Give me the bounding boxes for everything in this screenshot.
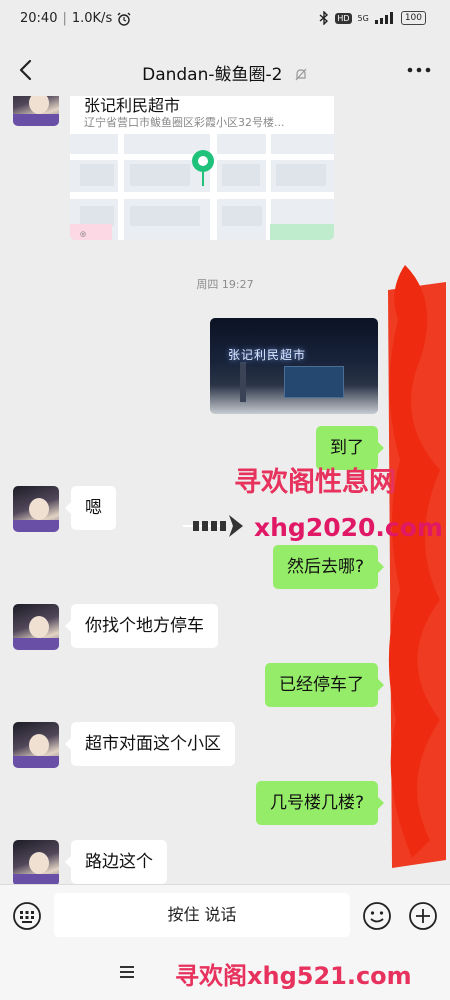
more-options-icon[interactable] (406, 60, 432, 80)
location-address: 辽宁省营口市鲅鱼圈区彩霞小区32号楼... (84, 116, 285, 129)
location-name: 张记利民超市 (84, 96, 181, 115)
message-bubble-received[interactable]: 路边这个 (65, 840, 167, 884)
signal-icon (374, 12, 393, 24)
message-bubble-sent[interactable]: 已经停车了 (265, 663, 384, 707)
keyboard-icon[interactable] (12, 901, 42, 931)
mute-bell-icon (295, 68, 307, 81)
plus-icon[interactable] (408, 901, 438, 931)
watermark-bottom: 寻欢阁xhg521.com (175, 962, 412, 990)
map-thumbnail: ◎ (70, 134, 334, 240)
contact-avatar[interactable] (13, 604, 59, 650)
battery-indicator: 100 (400, 11, 426, 25)
photo-sign-text: 张记利民超市 (228, 348, 307, 362)
status-time: 20:40 (20, 11, 58, 26)
emoji-icon[interactable] (362, 901, 392, 931)
contact-avatar[interactable] (13, 486, 59, 532)
hd-badge: HD (335, 12, 352, 24)
status-bar: 20:40 | 1.0K/s HD 5G 100 (0, 0, 450, 40)
chat-title-wrapper: Dandan-鲅鱼圈-2 (0, 60, 450, 85)
system-navigation-bar: 寻欢阁xhg521.com (0, 944, 450, 1000)
watermark-arrow-icon (183, 515, 243, 537)
chat-input-bar: 按住 说话 (0, 884, 450, 945)
location-message-card[interactable]: 张记利民超市 辽宁省营口市鲅鱼圈区彩霞小区32号楼... ◎ (70, 96, 334, 240)
network-label: 5G (357, 13, 369, 23)
map-provider-logo: ◎ (80, 230, 87, 238)
contact-avatar[interactable] (13, 96, 59, 126)
contact-avatar[interactable] (13, 840, 59, 884)
message-bubble-sent[interactable]: 然后去哪? (272, 545, 385, 589)
menu-icon[interactable] (117, 962, 137, 982)
photo-message[interactable]: 张记利民超市 (210, 318, 378, 414)
watermark-url: xhg2020.com (254, 513, 443, 542)
chat-title: Dandan-鲅鱼圈-2 (142, 65, 283, 85)
message-timestamp: 周四 19:27 (196, 278, 254, 291)
watermark-text: 寻欢阁性息网 (234, 467, 396, 498)
hold-to-talk-button[interactable]: 按住 说话 (54, 893, 350, 937)
alarm-icon (117, 12, 131, 26)
message-bubble-received[interactable]: 你找个地方停车 (65, 604, 218, 648)
status-speed: 1.0K/s (71, 11, 113, 26)
message-bubble-received[interactable]: 嗯 (65, 486, 116, 530)
bluetooth-icon (319, 11, 329, 25)
contact-avatar[interactable] (13, 722, 59, 768)
status-divider: | (62, 11, 67, 26)
message-bubble-sent[interactable]: 几号楼几楼? (255, 781, 385, 825)
message-bubble-received[interactable]: 超市对面这个小区 (65, 722, 235, 766)
chat-header: Dandan-鲅鱼圈-2 (0, 44, 450, 96)
